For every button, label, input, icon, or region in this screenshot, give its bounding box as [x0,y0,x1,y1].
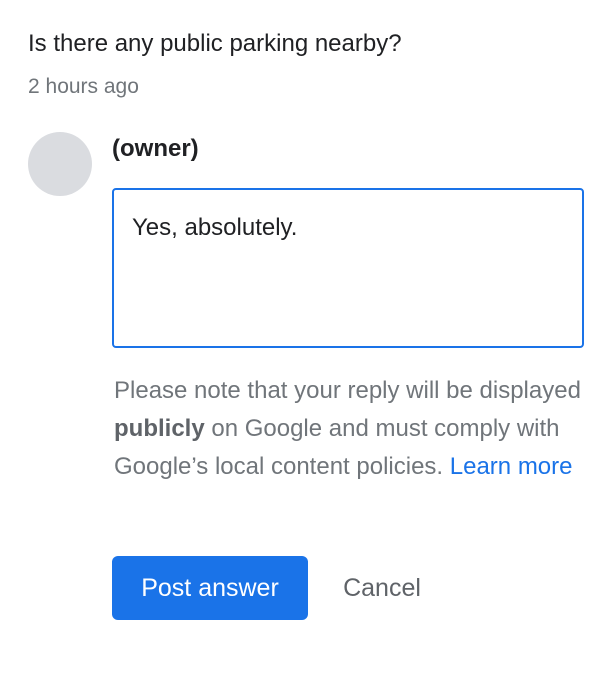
notice-prefix: Please note that your reply will be disp… [114,377,581,404]
post-answer-button[interactable]: Post answer [112,556,308,620]
cancel-button[interactable]: Cancel [324,556,440,620]
notice-bold: publicly [114,415,205,442]
avatar [28,132,92,196]
question-text: Is there any public parking nearby? [28,30,402,57]
question-timestamp: 2 hours ago [28,75,139,98]
policy-notice: Please note that your reply will be disp… [114,372,584,486]
learn-more-link[interactable]: Learn more [450,453,573,480]
author-name: (owner) [112,135,199,162]
reply-input[interactable] [112,188,584,348]
